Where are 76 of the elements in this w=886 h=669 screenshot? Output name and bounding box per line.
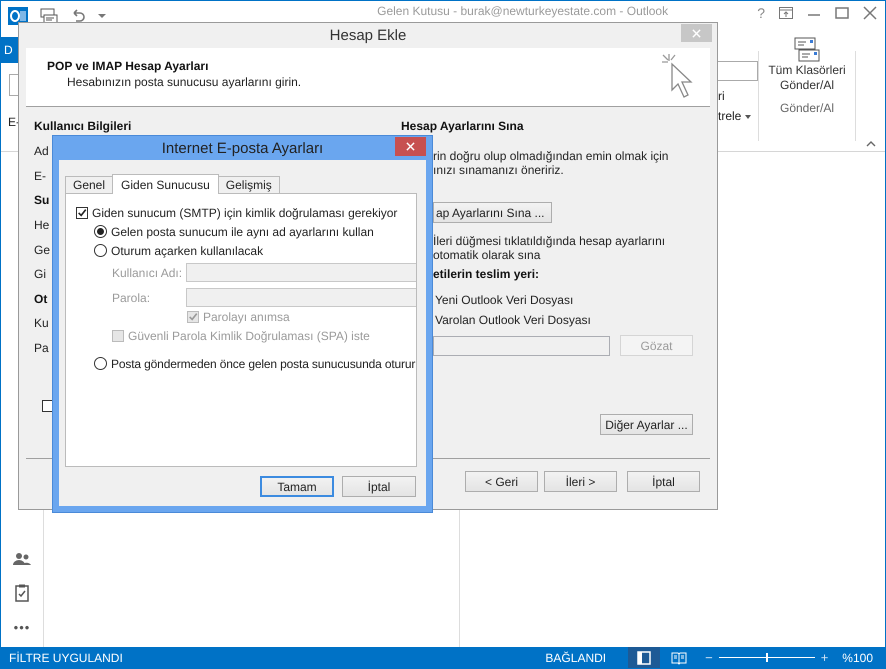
zoom-level[interactable]: %100 <box>828 650 885 664</box>
tab[interactable]: Giden Sunucusu <box>112 174 219 194</box>
section-heading: etilerin teslim yeri: <box>432 267 540 281</box>
normal-view-icon[interactable] <box>628 647 660 668</box>
file-field[interactable] <box>433 336 610 356</box>
checkbox-label: Parolayı anımsa <box>203 310 290 324</box>
description-text: rin doğru olup olmadığından emin olmak için <box>433 150 670 164</box>
field-label: Gi <box>34 267 46 282</box>
section-heading: Su <box>34 193 50 208</box>
checkbox-label: Güvenli Parola Kimlik Doğrulaması (SPA) iste <box>128 328 370 342</box>
more-settings-button[interactable]: Diğer Ayarlar ... <box>600 414 693 435</box>
close-icon <box>692 28 701 38</box>
header-title: POP ve IMAP Hesap Ayarları <box>47 59 210 73</box>
ribbon-label[interactable]: ri <box>718 89 758 103</box>
section-heading: Kullanıcı Bilgileri <box>34 119 132 135</box>
header-subtitle: Hesabınızın posta sunucusu ayarlarını girin. <box>66 75 302 89</box>
radio-label: Posta göndermeden önce gelen posta sunucusunda oturur <box>111 356 416 370</box>
dialog-title: Internet E-posta Ayarları <box>162 140 324 156</box>
dialog-button[interactable]: İptal <box>627 471 700 492</box>
dialog-button[interactable]: < Geri <box>465 471 538 492</box>
radio-label: Oturum açarken kullanılacak <box>111 244 264 258</box>
dialog-button[interactable]: İptal <box>342 476 416 497</box>
input-field[interactable] <box>186 263 416 282</box>
checkbox-label: otomatik olarak sına <box>433 248 542 262</box>
ribbon-label[interactable]: trele <box>718 109 758 123</box>
dialog-title: Hesap Ekle <box>330 27 406 44</box>
field-label: Ku <box>34 316 49 330</box>
dialog-button[interactable]: İleri > <box>544 471 617 492</box>
tab[interactable]: Genel <box>65 176 114 193</box>
envelopes-icon <box>793 37 821 63</box>
collapse-icon[interactable] <box>866 141 876 147</box>
group-label: Gönder/Al <box>780 101 834 115</box>
checkbox-label: İleri düğmesi tıklatıldığında hesap ayarlarını <box>433 235 666 248</box>
close-icon <box>406 142 415 151</box>
test-settings-button[interactable]: ap Ayarlarını Sına ... <box>433 202 552 223</box>
status-text: BAĞLANDI <box>545 650 608 664</box>
radio-button[interactable] <box>94 244 107 257</box>
radio-label: Varolan Outlook Veri Dosyası <box>435 313 592 327</box>
close-icon[interactable] <box>863 6 877 20</box>
maximize-icon[interactable] <box>835 7 849 19</box>
field-label: E- <box>34 168 46 183</box>
window-title: Gelen Kutusu - burak@newturkeyestate.com - Outlook <box>376 4 670 18</box>
status-text: FİLTRE UYGULANDI <box>8 650 124 664</box>
input-field[interactable] <box>186 288 416 307</box>
caret-icon[interactable] <box>744 114 751 119</box>
checkbox[interactable] <box>76 206 88 218</box>
people-icon[interactable] <box>13 552 31 566</box>
tab[interactable]: Gelişmiş <box>218 176 280 193</box>
close-button[interactable] <box>395 137 426 156</box>
zoom-in-button[interactable]: + <box>820 650 828 665</box>
checkbox-label: Giden sunucum (SMTP) için kimlik doğrulaması gerekiyor <box>92 206 398 220</box>
field-label: Parola: <box>112 290 152 304</box>
field-label: He <box>34 218 50 232</box>
ribbon-display-icon[interactable] <box>779 7 793 19</box>
zoom-out-button[interactable]: − <box>705 650 713 665</box>
description-text: ınızı sınamanızı öneririz. <box>433 164 565 177</box>
field-label: Kullanıcı Adı: <box>112 266 184 280</box>
outlook-logo-icon[interactable] <box>8 7 28 25</box>
section-heading: Hesap Ayarlarını Sına <box>401 119 525 135</box>
radio-button[interactable] <box>94 225 107 238</box>
field-label: Pa <box>34 341 49 356</box>
field-label: Ad <box>34 144 49 158</box>
send-receive-button[interactable]: Tüm Klasörleri Gönder/Al <box>761 35 853 95</box>
file-tab[interactable]: D <box>1 37 18 63</box>
slider-thumb[interactable] <box>766 653 768 662</box>
section-heading: Ot <box>34 292 48 306</box>
help-button[interactable]: ? <box>757 5 765 21</box>
field-label: Ge <box>34 242 50 257</box>
radio-label: Gelen posta sunucum ile aynı ad ayarlarını kullan <box>111 224 374 238</box>
reading-view-icon[interactable] <box>671 650 688 664</box>
dialog-button[interactable]: Tamam <box>260 476 334 497</box>
tasks-icon[interactable] <box>15 584 29 602</box>
radio-button[interactable] <box>94 357 107 370</box>
dropdown-icon[interactable] <box>98 14 106 18</box>
radio-label: Yeni Outlook Veri Dosyası <box>435 293 574 307</box>
more-button[interactable]: ••• <box>14 620 30 635</box>
